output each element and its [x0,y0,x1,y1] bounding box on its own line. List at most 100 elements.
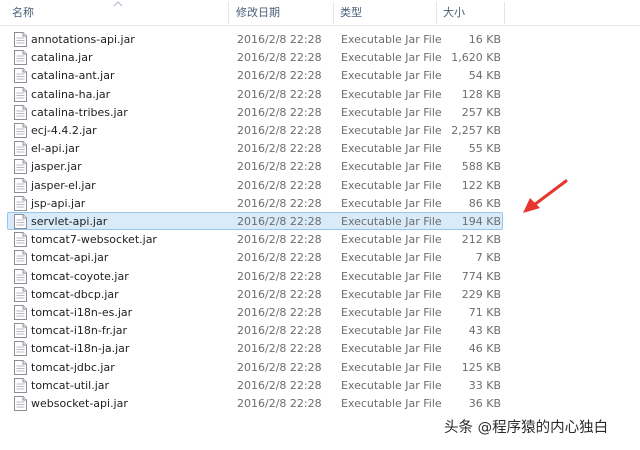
file-row[interactable]: catalina-tribes.jar 2016/2/8 22:28 Executa… [7,103,503,121]
file-row[interactable]: tomcat-i18n-es.jar 2016/2/8 22:28 Executab… [7,303,503,321]
file-name: el-api.jar [31,142,80,156]
file-row[interactable]: tomcat7-websocket.jar 2016/2/8 22:28 Execu… [7,230,503,248]
file-name: catalina-ant.jar [31,69,115,83]
column-divider[interactable] [333,2,334,24]
jar-file-icon [14,214,27,229]
file-row[interactable]: servlet-api.jar 2016/2/8 22:28 Executable … [7,212,503,230]
file-type: Executable Jar File [341,69,442,83]
file-name: tomcat-api.jar [31,251,109,265]
file-modified: 2016/2/8 22:28 [237,378,322,392]
file-modified: 2016/2/8 22:28 [237,306,322,319]
file-name: websocket-api.jar [31,397,128,410]
file-row[interactable]: tomcat-coyote.jar 2016/2/8 22:28 Executabl… [7,267,503,285]
watermark-text: 头条 @程序猿的内心独白 [444,420,609,436]
file-row[interactable]: el-api.jar 2016/2/8 22:28 Executable Jar F… [7,139,503,157]
file-name: tomcat-dbcp.jar [31,287,119,301]
jar-file-icon [14,123,27,138]
file-modified: 2016/2/8 22:28 [237,160,322,174]
file-size: 2,257 KB [451,124,501,137]
file-type: Executable Jar File [341,378,442,392]
file-type: Executable Jar File [341,360,442,374]
file-row[interactable]: jasper-el.jar 2016/2/8 22:28 Executable Ja… [7,176,503,194]
file-modified: 2016/2/8 22:28 [237,142,322,156]
file-type: Executable Jar File [341,269,442,283]
file-type: Executable Jar File [341,251,442,265]
file-modified: 2016/2/8 22:28 [237,124,322,137]
column-header-type[interactable]: 类型 [340,0,362,26]
file-type: Executable Jar File [341,233,442,247]
file-size: 71 KB [468,306,501,319]
file-row[interactable]: tomcat-dbcp.jar 2016/2/8 22:28 Executable … [7,285,503,303]
file-row[interactable]: tomcat-jdbc.jar 2016/2/8 22:28 Executable … [7,358,503,376]
file-row[interactable]: tomcat-i18n-fr.jar 2016/2/8 22:28 Executab… [7,321,503,339]
file-name: jasper-el.jar [31,178,96,192]
file-type: Executable Jar File [341,178,442,192]
file-size: 125 KB [461,360,501,374]
jar-file-icon [14,396,27,411]
file-type: Executable Jar File [341,397,442,410]
file-modified: 2016/2/8 22:28 [237,215,322,228]
jar-file-icon [14,68,27,84]
file-row[interactable]: tomcat-i18n-ja.jar 2016/2/8 22:28 Executab… [7,339,503,357]
file-name: tomcat-i18n-es.jar [31,306,133,319]
column-divider[interactable] [504,2,505,24]
file-row[interactable]: catalina-ha.jar 2016/2/8 22:28 Executable … [7,85,503,103]
file-type: Executable Jar File [341,124,442,137]
file-modified: 2016/2/8 22:28 [237,196,322,210]
column-header-bar: 名称 修改日期 类型 大小 [0,0,640,26]
file-modified: 2016/2/8 22:28 [237,251,322,265]
file-name: servlet-api.jar [31,215,108,228]
file-size: 43 KB [468,324,501,338]
file-type: Executable Jar File [341,342,442,356]
file-row[interactable]: tomcat-api.jar 2016/2/8 22:28 Executable J… [7,248,503,266]
file-name: catalina-tribes.jar [31,105,128,119]
file-type: Executable Jar File [341,87,442,101]
jar-file-icon [14,341,27,357]
file-modified: 2016/2/8 22:28 [237,51,322,65]
file-size: 33 KB [468,378,501,392]
file-row[interactable]: catalina-ant.jar 2016/2/8 22:28 Executable… [7,66,503,84]
file-modified: 2016/2/8 22:28 [237,87,322,101]
file-row[interactable]: websocket-api.jar 2016/2/8 22:28 Executabl… [7,394,503,412]
jar-file-icon [14,50,27,66]
file-modified: 2016/2/8 22:28 [237,397,322,410]
file-size: 16 KB [468,33,501,46]
jar-file-icon [14,104,27,120]
file-modified: 2016/2/8 22:28 [237,105,322,119]
file-name: catalina.jar [31,51,93,65]
file-row[interactable]: jsp-api.jar 2016/2/8 22:28 Executable Jar … [7,194,503,212]
file-modified: 2016/2/8 22:28 [237,342,322,356]
file-size: 774 KB [461,269,501,283]
column-header-size[interactable]: 大小 [443,0,465,26]
file-row[interactable]: jasper.jar 2016/2/8 22:28 Executable Jar F… [7,157,503,175]
sort-ascending-icon [113,1,123,7]
column-divider[interactable] [228,2,229,24]
column-divider[interactable] [436,2,437,24]
jar-file-icon [14,359,27,375]
file-size: 212 KB [461,233,501,247]
column-header-name[interactable]: 名称 [12,0,34,26]
file-modified: 2016/2/8 22:28 [237,233,322,247]
file-name: tomcat7-websocket.jar [31,233,157,247]
file-name: catalina-ha.jar [31,87,111,101]
column-header-modified[interactable]: 修改日期 [236,0,280,26]
file-size: 128 KB [461,87,501,101]
file-row[interactable]: ecj-4.4.2.jar 2016/2/8 22:28 Executable Ja… [7,121,503,139]
file-row[interactable]: catalina.jar 2016/2/8 22:28 Executable Jar… [7,48,503,66]
jar-file-icon [14,268,27,284]
jar-file-icon [14,86,27,102]
file-row[interactable]: annotations-api.jar 2016/2/8 22:28 Executa… [7,30,503,48]
jar-file-icon [14,250,27,266]
file-size: 588 KB [461,160,501,174]
file-size: 194 KB [461,215,501,228]
file-type: Executable Jar File [341,196,442,210]
jar-file-icon [14,195,27,211]
file-size: 257 KB [461,105,501,119]
jar-file-icon [14,177,27,193]
file-row[interactable]: tomcat-util.jar 2016/2/8 22:28 Executable … [7,376,503,394]
file-type: Executable Jar File [341,287,442,301]
file-name: tomcat-util.jar [31,378,110,392]
jar-file-icon [14,159,27,175]
jar-file-icon [14,377,27,393]
file-type: Executable Jar File [341,142,442,156]
